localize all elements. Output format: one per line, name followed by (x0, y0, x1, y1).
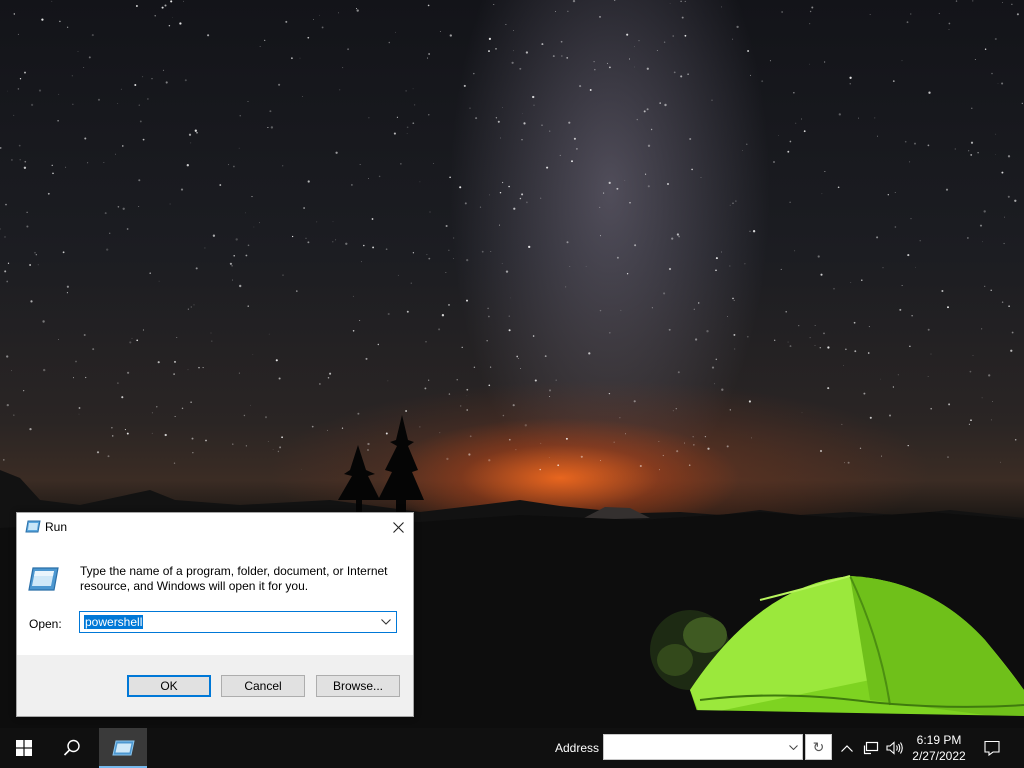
chevron-down-icon (788, 744, 798, 750)
address-label: Address (555, 741, 600, 755)
run-dialog-title: Run (45, 520, 68, 534)
volume-tray-button[interactable] (884, 728, 906, 768)
address-go-button[interactable]: ↻ (805, 734, 832, 760)
search-icon (63, 739, 80, 756)
network-icon (863, 741, 879, 755)
run-program-icon (28, 567, 59, 591)
windows-start-icon (16, 740, 32, 756)
address-input[interactable] (603, 734, 803, 760)
cancel-button[interactable]: Cancel (221, 675, 305, 697)
chevron-down-icon (381, 619, 391, 625)
open-combobox[interactable]: powershell (79, 611, 397, 633)
clock-date: 2/27/2022 (912, 749, 966, 763)
address-dropdown-button[interactable] (786, 739, 800, 755)
ok-button[interactable]: OK (127, 675, 211, 697)
close-icon (392, 521, 404, 533)
clock[interactable]: 6:19 PM 2/27/2022 (905, 732, 973, 764)
run-description: Type the name of a program, folder, docu… (80, 564, 388, 593)
chevron-up-icon (841, 744, 853, 752)
clock-time: 6:19 PM (916, 733, 962, 747)
close-button[interactable] (383, 513, 413, 541)
run-app-icon (25, 520, 41, 533)
run-app-icon (112, 740, 135, 756)
open-label: Open: (29, 617, 62, 631)
notification-icon (984, 740, 1000, 756)
action-center-button[interactable] (980, 728, 1004, 768)
show-hidden-icons-button[interactable] (838, 728, 856, 768)
search-button[interactable] (48, 728, 96, 768)
open-dropdown-button[interactable] (376, 612, 396, 632)
volume-icon (886, 741, 903, 755)
taskbar: Address ↻ 6:19 PM 2/27/2022 (0, 728, 1024, 768)
refresh-icon: ↻ (812, 738, 825, 755)
run-dialog-titlebar[interactable]: Run (17, 513, 413, 541)
run-dialog: Run Type the name of a program, folder, … (16, 512, 414, 717)
taskbar-run-app[interactable] (99, 728, 147, 768)
start-button[interactable] (0, 728, 48, 768)
network-tray-button[interactable] (860, 728, 882, 768)
open-input[interactable]: powershell (84, 615, 144, 629)
browse-button[interactable]: Browse... (316, 675, 400, 697)
